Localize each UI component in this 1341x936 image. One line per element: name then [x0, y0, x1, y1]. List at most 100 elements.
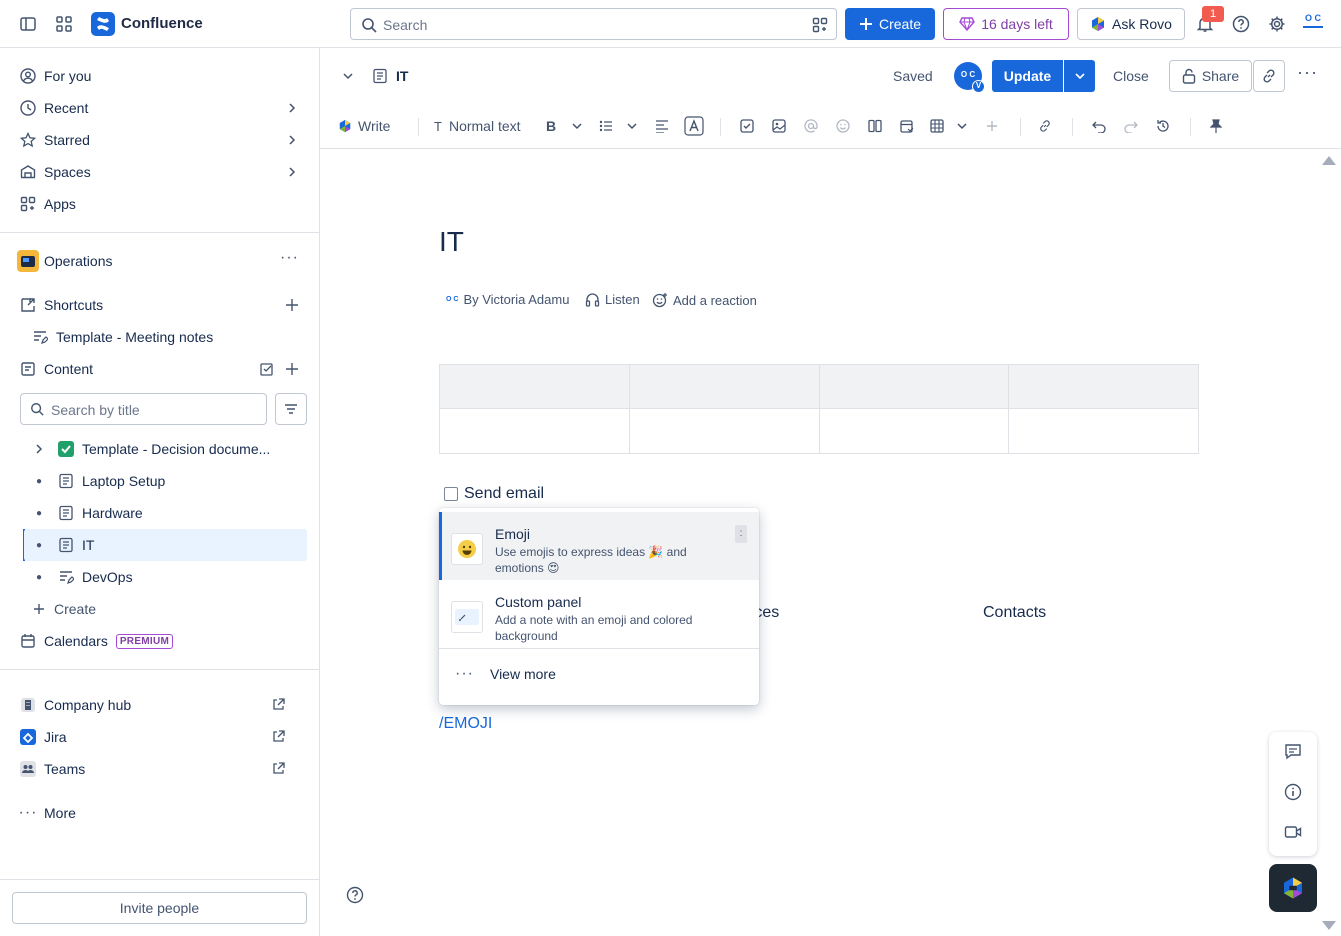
chevron-down-icon[interactable]: [571, 114, 583, 138]
pin-toolbar-icon[interactable]: [1210, 114, 1222, 138]
content-table[interactable]: [439, 364, 1199, 454]
view-more-button[interactable]: ··· View more: [455, 665, 556, 683]
shortcut-item-meeting-notes[interactable]: Template - Meeting notes: [24, 321, 307, 353]
sidebar-item-spaces[interactable]: Spaces: [12, 156, 307, 188]
invite-people-button[interactable]: Invite people: [12, 892, 307, 924]
update-button[interactable]: Update: [992, 60, 1063, 92]
table-cell[interactable]: [439, 408, 630, 454]
tree-item-decision-document[interactable]: Template - Decision docume...: [24, 433, 307, 465]
tree-item-hardware[interactable]: ● Hardware: [24, 497, 307, 529]
info-icon[interactable]: [1282, 781, 1304, 803]
user-avatar[interactable]: O C: [1300, 12, 1326, 36]
table-header-cell[interactable]: [628, 364, 820, 409]
table-cell[interactable]: [628, 408, 820, 454]
collaborator-avatar[interactable]: O C V: [954, 62, 985, 93]
text-style-dropdown[interactable]: T Normal text: [434, 114, 521, 138]
sidebar-toggle-icon[interactable]: [12, 8, 44, 40]
table-header-cell[interactable]: [439, 364, 630, 409]
help-icon[interactable]: [346, 886, 364, 904]
align-left-icon[interactable]: [655, 114, 669, 138]
action-item-icon[interactable]: [740, 114, 754, 138]
tree-item-devops[interactable]: ● DevOps: [24, 561, 307, 593]
table-cell[interactable]: [1008, 408, 1199, 454]
write-button[interactable]: Write: [338, 114, 390, 138]
image-icon[interactable]: [772, 114, 786, 138]
add-shortcut-plus-icon[interactable]: [285, 298, 299, 312]
space-header-operations[interactable]: Operations ···: [12, 245, 307, 277]
more-horizontal-icon[interactable]: ···: [1297, 62, 1318, 83]
page-title[interactable]: IT: [439, 226, 464, 258]
chevron-down-icon[interactable]: [956, 114, 968, 138]
filter-button[interactable]: [275, 393, 307, 425]
scroll-up-arrow-icon[interactable]: [1322, 156, 1336, 165]
trial-button[interactable]: 16 days left: [943, 8, 1069, 40]
search-input[interactable]: Search: [350, 8, 837, 40]
more-horizontal-icon[interactable]: ···: [280, 249, 299, 267]
search-by-title-input[interactable]: Search by title: [20, 393, 267, 425]
byline-author[interactable]: O C By Victoria Adamu: [446, 292, 569, 307]
sidebar-app-teams[interactable]: Teams: [12, 753, 307, 785]
sidebar-more[interactable]: ··· More: [12, 797, 307, 829]
table-icon[interactable]: [930, 114, 944, 138]
search-filter-icon[interactable]: [812, 17, 828, 33]
listen-button[interactable]: Listen: [585, 292, 640, 307]
sidebar-item-recent[interactable]: Recent: [12, 92, 307, 124]
comments-icon[interactable]: [1282, 741, 1304, 763]
chevron-down-icon[interactable]: [342, 70, 354, 82]
table-header-cell[interactable]: [1008, 364, 1199, 409]
sidebar-item-calendars[interactable]: Calendars PREMIUM: [12, 625, 307, 657]
chevron-right-icon[interactable]: [24, 443, 54, 455]
sidebar-item-apps[interactable]: Apps: [12, 188, 307, 220]
undo-icon[interactable]: [1092, 114, 1106, 138]
slash-command-text[interactable]: /EMOJI: [439, 715, 492, 733]
scroll-down-arrow-icon[interactable]: [1322, 921, 1336, 930]
chevron-right-icon[interactable]: [285, 133, 299, 147]
help-icon[interactable]: [1225, 8, 1257, 40]
breadcrumb-page-name[interactable]: IT: [396, 68, 408, 84]
share-button[interactable]: Share: [1169, 60, 1252, 92]
tree-item-it[interactable]: ● IT: [24, 529, 307, 561]
copy-link-button[interactable]: [1253, 60, 1285, 92]
ask-rovo-button[interactable]: Ask Rovo: [1077, 8, 1185, 40]
shortcuts-section[interactable]: Shortcuts: [12, 289, 307, 321]
sidebar-app-jira[interactable]: Jira: [12, 721, 307, 753]
confluence-logo-icon[interactable]: [91, 12, 115, 36]
close-button[interactable]: Close: [1113, 68, 1149, 84]
chevron-down-icon[interactable]: [626, 114, 638, 138]
app-name[interactable]: Confluence: [121, 15, 203, 32]
link-icon[interactable]: [1038, 114, 1052, 138]
sidebar-app-company-hub[interactable]: Company hub: [12, 689, 307, 721]
create-button[interactable]: Create: [845, 8, 935, 40]
content-section[interactable]: Content: [12, 353, 307, 385]
insert-plus-icon[interactable]: [986, 114, 998, 138]
bold-icon[interactable]: B: [546, 114, 556, 138]
settings-gear-icon[interactable]: [1261, 8, 1293, 40]
task-checkbox[interactable]: [444, 487, 458, 501]
action-item[interactable]: Send email: [444, 485, 544, 503]
chevron-right-icon[interactable]: [285, 101, 299, 115]
app-switcher-icon[interactable]: [48, 8, 80, 40]
sidebar-item-starred[interactable]: Starred: [12, 124, 307, 156]
emoji-icon[interactable]: [836, 114, 850, 138]
date-icon[interactable]: [900, 114, 914, 138]
version-history-icon[interactable]: [1156, 114, 1170, 138]
tree-item-laptop-setup[interactable]: ● Laptop Setup: [24, 465, 307, 497]
rovo-chat-button[interactable]: [1269, 864, 1317, 912]
update-dropdown-button[interactable]: [1064, 60, 1095, 92]
bullet-list-icon[interactable]: [599, 114, 613, 138]
filter-checklist-icon[interactable]: [260, 362, 275, 377]
tree-create-button[interactable]: Create: [24, 593, 307, 625]
layout-columns-icon[interactable]: [868, 114, 882, 138]
table-header-cell[interactable]: [818, 364, 1010, 409]
table-cell[interactable]: [818, 408, 1010, 454]
mention-icon[interactable]: [804, 114, 818, 138]
text-color-icon[interactable]: [684, 114, 704, 138]
menu-item-custom-panel[interactable]: Custom panel Add a note with an emoji an…: [439, 580, 759, 648]
menu-item-emoji[interactable]: Emoji Use emojis to express ideas 🎉 and …: [439, 512, 759, 580]
redo-icon[interactable]: [1124, 114, 1138, 138]
add-content-plus-icon[interactable]: [285, 362, 299, 376]
sidebar-item-for-you[interactable]: For you: [12, 60, 307, 92]
video-record-icon[interactable]: [1282, 821, 1304, 843]
chevron-right-icon[interactable]: [285, 165, 299, 179]
add-reaction-button[interactable]: Add a reaction: [652, 292, 757, 308]
